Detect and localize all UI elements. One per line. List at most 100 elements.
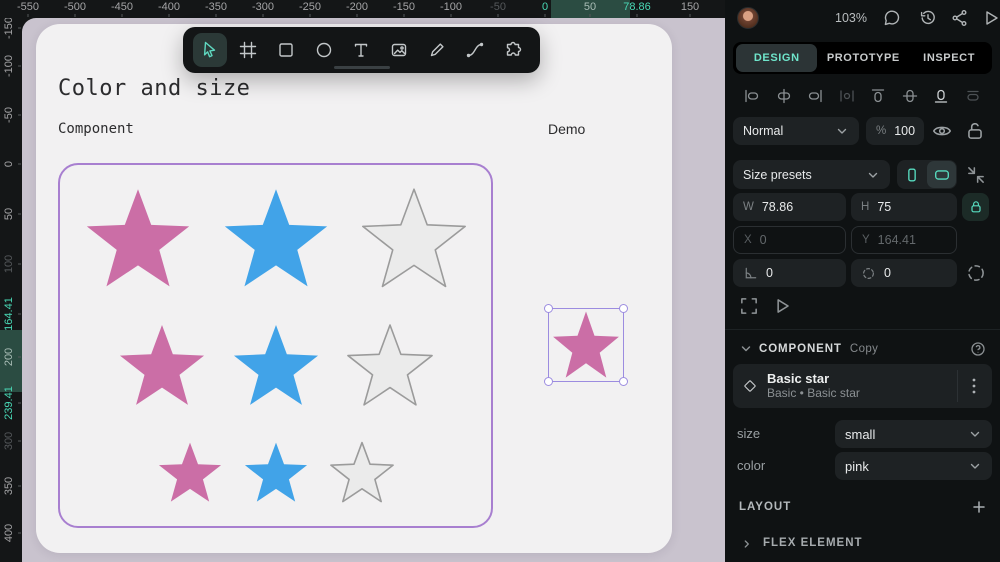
star-blue-large[interactable] <box>220 187 332 290</box>
play-icon[interactable] <box>981 8 1000 28</box>
canvas-title[interactable]: Color and size <box>58 76 250 101</box>
landscape-orientation-icon[interactable] <box>927 161 956 188</box>
align-top-icon[interactable] <box>869 87 887 105</box>
align-right-icon[interactable] <box>806 87 824 105</box>
blend-mode-select[interactable]: Normal <box>733 117 859 145</box>
fit-content-icon[interactable] <box>738 295 760 317</box>
prop-size-select[interactable]: small <box>835 420 992 448</box>
plus-icon[interactable] <box>972 500 986 514</box>
star-row-small <box>70 441 481 504</box>
help-icon[interactable] <box>970 341 986 357</box>
star-white-small[interactable] <box>328 441 396 504</box>
component-section-label[interactable]: Component <box>58 121 134 137</box>
tool-ellipse[interactable] <box>307 33 341 67</box>
aspect-lock-icon[interactable] <box>962 193 989 221</box>
component-copy-badge: Copy <box>850 343 878 355</box>
component-instance-card[interactable]: Basic star Basic • Basic star <box>733 364 992 408</box>
star-pink-large[interactable] <box>82 187 194 290</box>
share-icon[interactable] <box>950 8 970 28</box>
prop-color-label: color <box>737 458 765 473</box>
artboard[interactable]: Color and size Component Demo <box>36 24 672 553</box>
prop-color-value: pink <box>845 459 869 474</box>
align-bottom-icon[interactable] <box>932 87 950 105</box>
size-presets-select[interactable]: Size presets <box>733 160 890 189</box>
y-position-field[interactable]: Y 164.41 <box>851 226 957 254</box>
history-icon[interactable] <box>918 8 938 28</box>
selection-handle[interactable] <box>619 304 628 313</box>
avatar[interactable] <box>737 7 759 29</box>
collapse-icon[interactable] <box>965 164 987 186</box>
star-pink-medium[interactable] <box>116 323 208 408</box>
star-blue-small[interactable] <box>242 441 310 504</box>
opacity-field[interactable]: % 100 <box>866 117 924 145</box>
star-row-large <box>70 187 481 290</box>
zoom-level[interactable]: 103% <box>835 11 867 25</box>
tool-image[interactable] <box>382 33 416 67</box>
demo-star-selection[interactable] <box>548 308 624 382</box>
tool-plugin[interactable] <box>496 33 530 67</box>
align-middle-vertical-icon[interactable] <box>901 87 919 105</box>
corner-radius-value: 0 <box>884 266 891 280</box>
ruler-tick-label: 239.41 <box>3 386 15 420</box>
tidy-up-icon[interactable] <box>964 87 982 105</box>
divider <box>725 329 1000 330</box>
preview-play-icon[interactable] <box>771 295 793 317</box>
prop-row-color: color pink <box>725 452 1000 480</box>
align-center-horizontal-icon[interactable] <box>775 87 793 105</box>
star-pink-small[interactable] <box>156 441 224 504</box>
component-frame[interactable] <box>58 163 493 528</box>
star-white-large[interactable] <box>358 187 470 290</box>
demo-section-label[interactable]: Demo <box>548 121 585 137</box>
align-left-icon[interactable] <box>743 87 761 105</box>
ruler-vertical[interactable]: -150-100-50050100164.41200239.4130035040… <box>0 18 22 562</box>
canvas-viewport[interactable]: Color and size Component Demo <box>22 18 725 562</box>
prop-size-label: size <box>737 426 760 441</box>
tab-prototype[interactable]: PROTOTYPE <box>820 44 906 72</box>
x-position-field[interactable]: X 0 <box>733 226 846 254</box>
component-section-header[interactable]: COMPONENT Copy <box>739 340 986 358</box>
unlock-icon[interactable] <box>964 120 986 142</box>
chevron-down-icon[interactable] <box>739 342 753 356</box>
ruler-tick-label: -500 <box>64 1 86 13</box>
ruler-tick-label: -150 <box>3 18 15 39</box>
selection-handle[interactable] <box>544 377 553 386</box>
star-blue-medium[interactable] <box>230 323 322 408</box>
tool-text[interactable] <box>344 33 378 67</box>
height-field[interactable]: H 75 <box>851 193 957 221</box>
ruler-tick-label: -50 <box>490 1 506 13</box>
tool-pen[interactable] <box>420 33 454 67</box>
toolbar-drag-handle[interactable] <box>334 66 390 69</box>
rotation-field[interactable]: 0 <box>733 259 846 287</box>
chevron-right-icon[interactable] <box>741 537 753 549</box>
x-value: 0 <box>760 233 767 247</box>
layout-section-header[interactable]: LAYOUT <box>739 500 986 514</box>
tool-curve[interactable] <box>458 33 492 67</box>
distribute-horizontal-icon[interactable] <box>838 87 856 105</box>
tool-select[interactable] <box>193 33 227 67</box>
selection-handle[interactable] <box>619 377 628 386</box>
tool-rectangle[interactable] <box>269 33 303 67</box>
selection-handle[interactable] <box>544 304 553 313</box>
ruler-horizontal[interactable]: -550-500-450-400-350-300-250-200-150-100… <box>0 0 725 18</box>
tool-frame[interactable] <box>231 33 265 67</box>
corner-radius-field[interactable]: 0 <box>851 259 957 287</box>
panel-topbar: 103% <box>725 0 1000 36</box>
demo-star[interactable] <box>550 310 622 380</box>
width-field[interactable]: W 78.86 <box>733 193 846 221</box>
tab-design[interactable]: DESIGN <box>736 44 817 72</box>
kebab-menu-icon[interactable] <box>966 364 982 408</box>
ruler-tick-label: -200 <box>346 1 368 13</box>
orientation-toggle <box>897 160 957 189</box>
chevron-down-icon <box>835 124 849 138</box>
prop-color-select[interactable]: pink <box>835 452 992 480</box>
comments-icon[interactable] <box>882 8 902 28</box>
tab-inspect[interactable]: INSPECT <box>906 44 992 72</box>
star-white-medium[interactable] <box>344 323 436 408</box>
portrait-orientation-icon[interactable] <box>897 160 926 189</box>
ruler-tick-label: 200 <box>3 348 15 366</box>
flex-element-section-header[interactable]: FLEX ELEMENT <box>741 537 863 549</box>
visibility-eye-icon[interactable] <box>931 120 953 142</box>
mode-tabs: DESIGN PROTOTYPE INSPECT <box>733 42 992 74</box>
ruler-tick-label: 50 <box>3 208 15 220</box>
individual-corners-icon[interactable] <box>965 262 987 284</box>
